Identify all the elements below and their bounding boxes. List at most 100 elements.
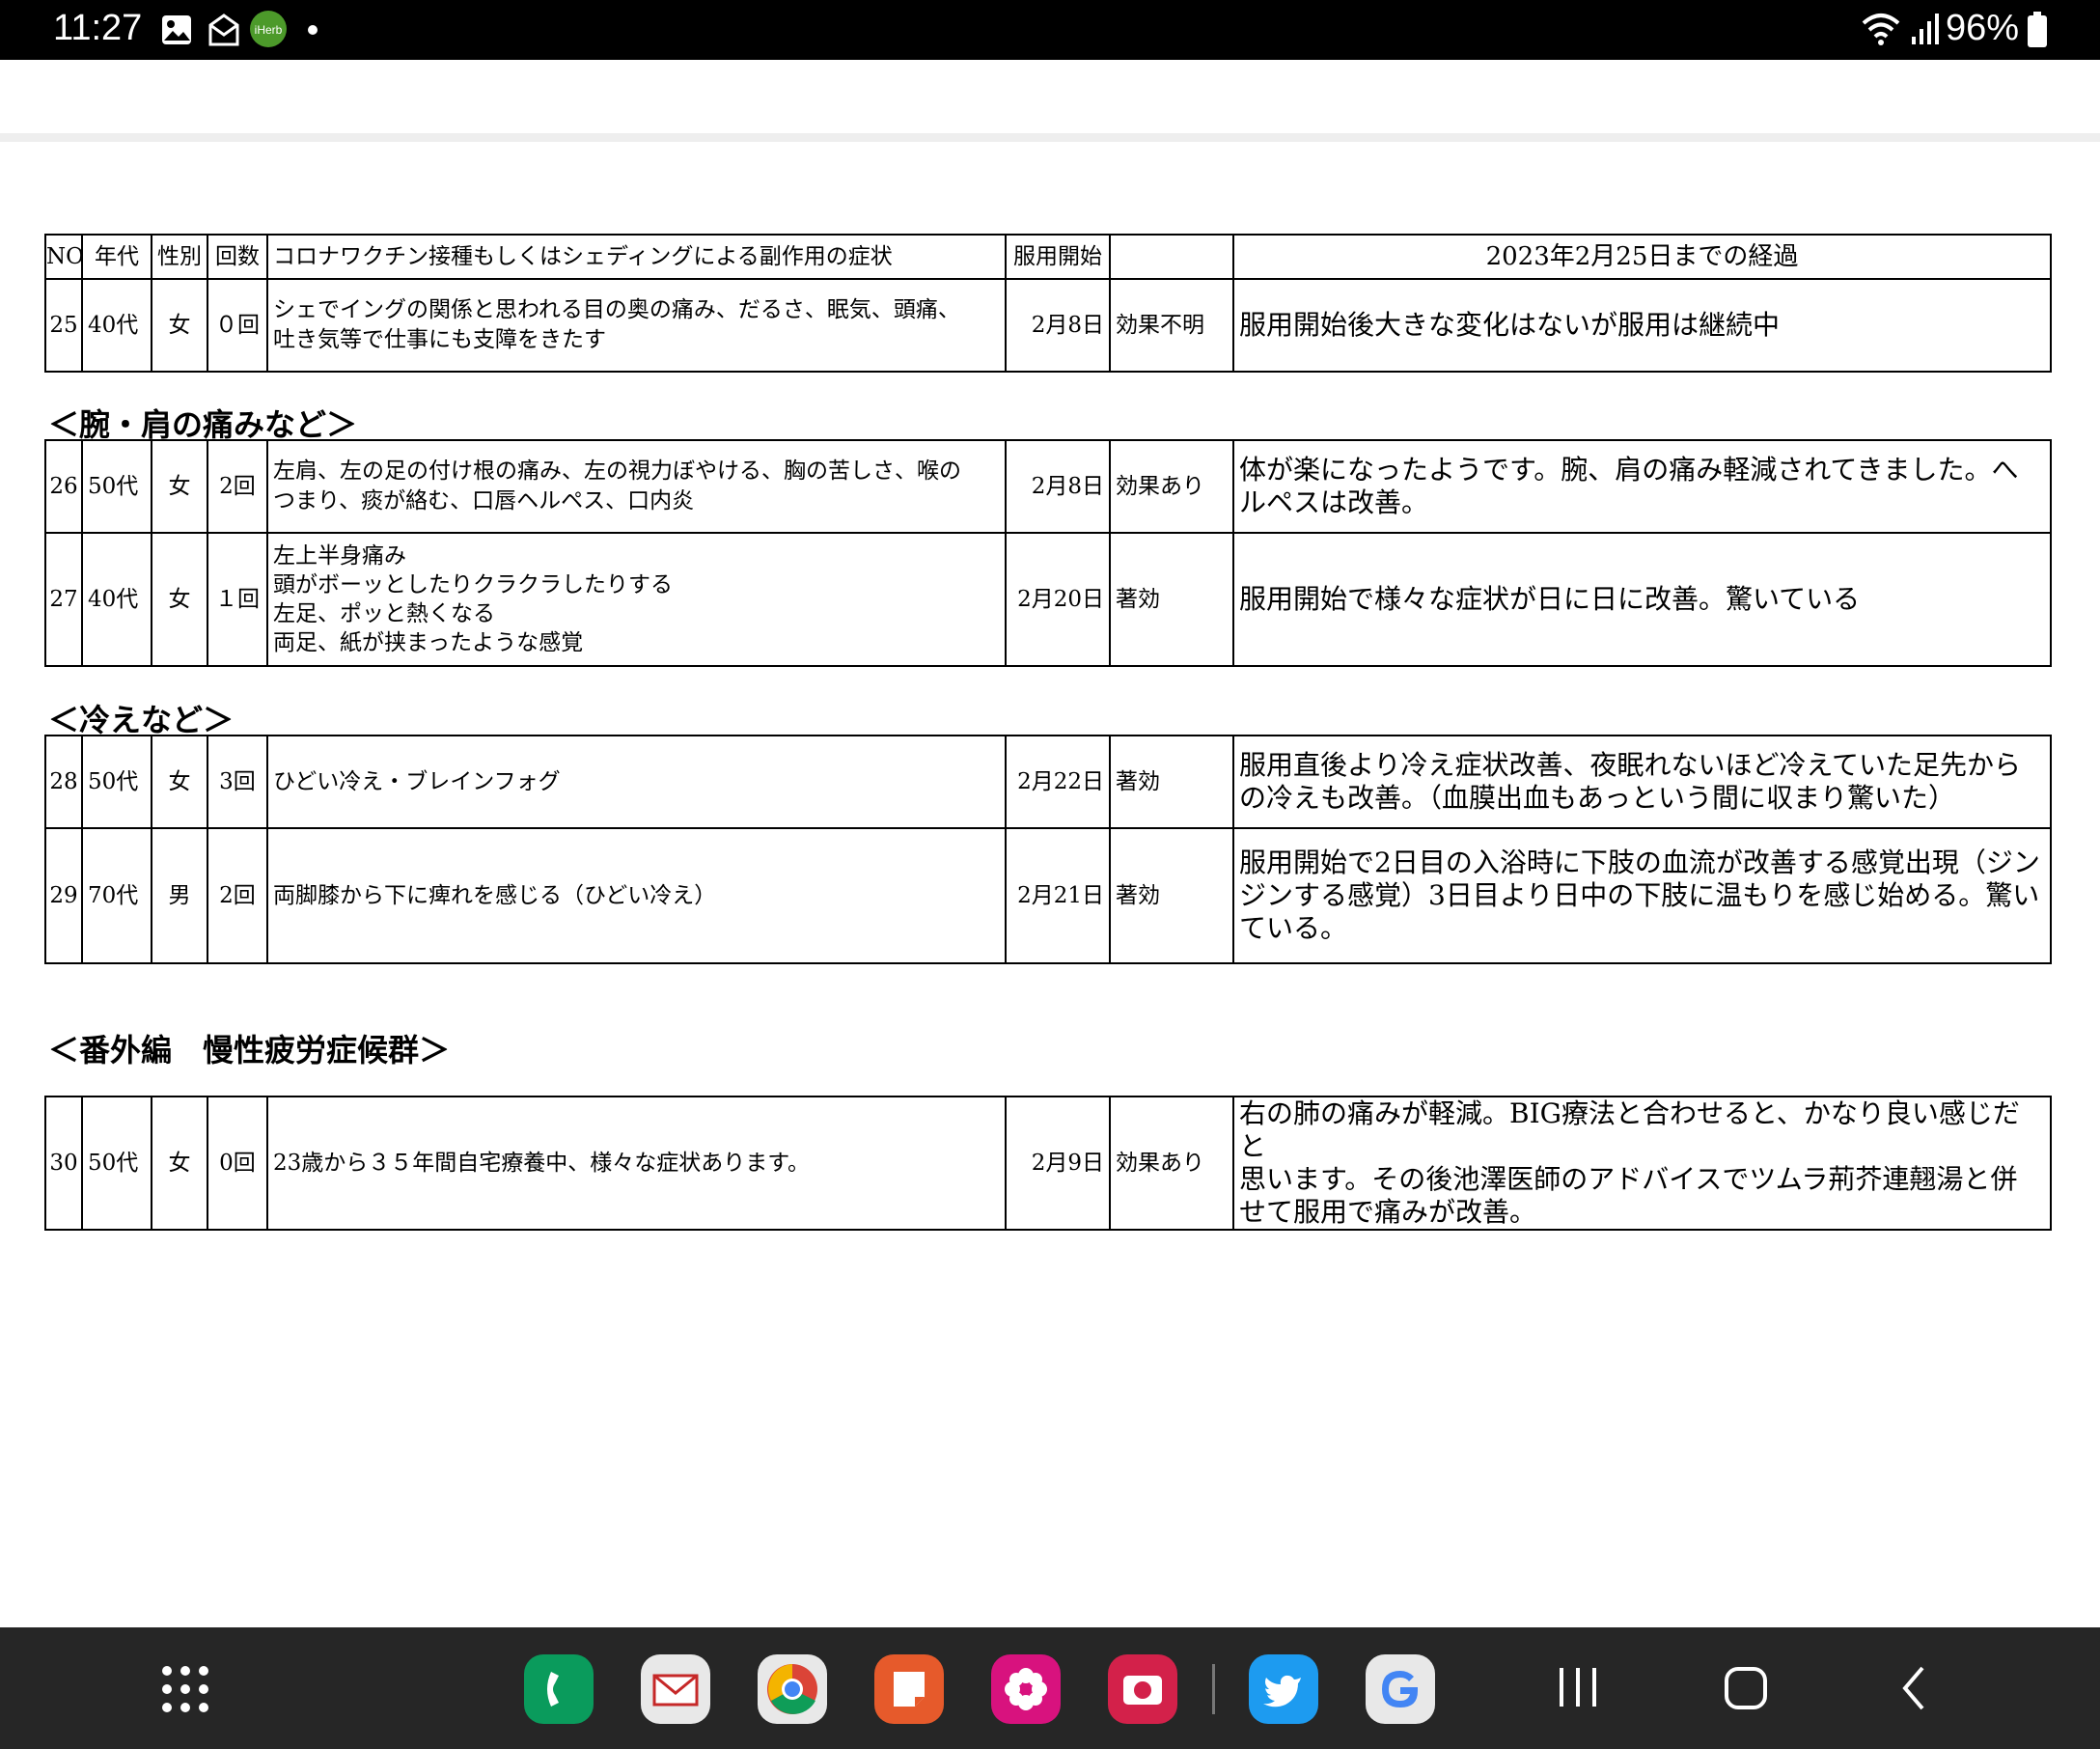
document-view[interactable]: NO 年代 性別 回数 コロナワクチン接種もしくはシェディングによる副作用の症状… [0, 142, 2100, 1628]
table-row: 29 70代 男 2回 両脚膝から下に痺れを感じる（ひどい冷え） 2月21日 著… [44, 827, 2052, 964]
chrome-icon[interactable] [758, 1654, 827, 1724]
course-line: ルペスは改善。 [1239, 486, 1429, 518]
cell-count: 0回 [207, 1096, 268, 1231]
cell-course: 服用開始後大きな変化はないが服用は継続中 [1232, 278, 2052, 373]
table-row: 25 40代 女 ０回 シェでイングの関係と思われる目の奥の痛み、だるさ、眠気、… [44, 278, 2052, 373]
cell-course: 服用開始で2日目の入浴時に下肢の血流が改善する感覚出現（ジン ジンする感覚）3日… [1232, 827, 2052, 964]
cell-effect: 著効 [1109, 827, 1234, 964]
status-bar: 11:27 iHerb 96% [0, 0, 2100, 60]
cell-symptom: 両脚膝から下に痺れを感じる（ひどい冷え） [266, 827, 1007, 964]
symptom-line: 両脚膝から下に痺れを感じる（ひどい冷え） [273, 882, 717, 908]
cell-start: 2月20日 [1005, 532, 1111, 667]
cell-start: 2月9日 [1005, 1096, 1111, 1231]
course-line: 右の肺の痛みが軽減。BIG療法と合わせると、かなり良い感じだと [1239, 1097, 2020, 1162]
camera-icon[interactable] [1108, 1654, 1177, 1724]
back-button[interactable] [1892, 1662, 1940, 1718]
cell-no: 27 [44, 532, 83, 667]
symptom-line: ひどい冷え・ブレインフォグ [273, 768, 561, 794]
symptom-line: 頭がボーッとしたりクラクラしたりする [273, 572, 673, 597]
cell-no: 30 [44, 1096, 83, 1231]
cell-count: 2回 [207, 439, 268, 534]
cell-age: 40代 [81, 278, 152, 373]
battery-percent: 96% [1945, 8, 2019, 48]
phone-icon[interactable] [524, 1654, 594, 1724]
cell-effect: 効果あり [1109, 1096, 1234, 1231]
symptom-line: 左上半身痛み [273, 543, 406, 569]
course-line: せて服用で痛みが改善。 [1239, 1196, 1537, 1228]
cell-no: 28 [44, 735, 83, 829]
symptom-line: 両足、紙が挟まったような感覚 [273, 630, 584, 655]
results-table-section-2: 26 50代 女 2回 左肩、左の足の付け根の痛み、左の視力ぼやける、胸の苦しさ… [44, 439, 2052, 667]
cell-course: 服用直後より冷え症状改善、夜眠れないほど冷えていた足先から の冷えも改善。（血膜… [1232, 735, 2052, 829]
cell-age: 40代 [81, 532, 152, 667]
battery-icon [2027, 12, 2048, 53]
table-row: 27 40代 女 １回 左上半身痛み 頭がボーッとしたりクラクラしたりする 左足… [44, 532, 2052, 667]
cell-symptom: 左肩、左の足の付け根の痛み、左の視力ぼやける、胸の苦しさ、喉の つまり、痰が絡む… [266, 439, 1007, 534]
cell-count: １回 [207, 532, 268, 667]
cell-sex: 女 [151, 1096, 208, 1231]
course-line: 服用開始で様々な症状が日に日に改善。驚いている [1239, 583, 1861, 615]
top-divider [0, 133, 2100, 142]
cell-count: ０回 [207, 278, 268, 373]
cell-count: 2回 [207, 827, 268, 964]
header-effect [1109, 234, 1234, 280]
cell-effect: 効果あり [1109, 439, 1234, 534]
symptom-line: 23歳から３５年間自宅療養中、様々な症状あります。 [273, 1150, 810, 1176]
cell-sex: 女 [151, 278, 208, 373]
cell-age: 50代 [81, 1096, 152, 1231]
notes-icon[interactable] [874, 1654, 944, 1724]
symptom-line: 左足、ポッと熱くなる [273, 601, 495, 626]
cell-effect: 著効 [1109, 735, 1234, 829]
cell-start: 2月8日 [1005, 278, 1111, 373]
navigation-bar [0, 1627, 2100, 1749]
google-icon[interactable] [1366, 1654, 1435, 1724]
results-table-section-4: 30 50代 女 0回 23歳から３５年間自宅療養中、様々な症状あります。 2月… [44, 1096, 2052, 1231]
symptom-line: つまり、痰が絡む、口唇ヘルペス、口内炎 [273, 488, 695, 514]
cell-start: 2月22日 [1005, 735, 1111, 829]
course-line: の冷えも改善。（血膜出血もあっという間に収まり驚いた） [1239, 782, 1956, 814]
header-course: 2023年2月25日までの経過 [1232, 234, 2052, 280]
gallery-icon [160, 14, 193, 51]
cell-effect: 効果不明 [1109, 278, 1234, 373]
course-line: ジンする感覚）3日目より日中の下肢に温もりを感じ始める。驚い [1239, 879, 2040, 911]
dot-icon [307, 23, 318, 41]
cell-no: 25 [44, 278, 83, 373]
course-line: ている。 [1239, 912, 1348, 944]
app-top-area [0, 60, 2100, 141]
twitter-icon[interactable] [1249, 1654, 1318, 1724]
table-row: 30 50代 女 0回 23歳から３５年間自宅療養中、様々な症状あります。 2月… [44, 1096, 2052, 1231]
cell-sex: 男 [151, 827, 208, 964]
cell-no: 26 [44, 439, 83, 534]
table-header-row: NO 年代 性別 回数 コロナワクチン接種もしくはシェディングによる副作用の症状… [44, 234, 2052, 280]
symptom-line: 左肩、左の足の付け根の痛み、左の視力ぼやける、胸の苦しさ、喉の [273, 458, 961, 484]
cell-sex: 女 [151, 735, 208, 829]
home-button[interactable] [1722, 1662, 1770, 1718]
mail-notification-icon [207, 14, 240, 51]
cell-no: 29 [44, 827, 83, 964]
dock-divider [1212, 1664, 1215, 1714]
app-drawer-icon[interactable] [151, 1654, 220, 1724]
header-age: 年代 [81, 234, 152, 280]
cell-age: 70代 [81, 827, 152, 964]
cell-start: 2月8日 [1005, 439, 1111, 534]
recents-button[interactable] [1554, 1662, 1602, 1718]
cell-sex: 女 [151, 532, 208, 667]
table-row: 28 50代 女 3回 ひどい冷え・ブレインフォグ 2月22日 著効 服用直後よ… [44, 735, 2052, 829]
signal-icon [1911, 12, 1940, 51]
cell-symptom: シェでイングの関係と思われる目の奥の痛み、だるさ、眠気、頭痛、 吐き気等で仕事に… [266, 278, 1007, 373]
results-table-section-1: NO 年代 性別 回数 コロナワクチン接種もしくはシェディングによる副作用の症状… [44, 234, 2052, 373]
iherb-label: iHerb [255, 23, 283, 37]
mail-icon[interactable] [641, 1654, 710, 1724]
symptom-line: 吐き気等で仕事にも支障をきたす [273, 327, 606, 352]
cell-effect: 著効 [1109, 532, 1234, 667]
wifi-icon [1861, 12, 1901, 51]
results-table-section-3: 28 50代 女 3回 ひどい冷え・ブレインフォグ 2月22日 著効 服用直後よ… [44, 735, 2052, 964]
course-line: 服用開始後大きな変化はないが服用は継続中 [1239, 309, 1781, 341]
course-line: 思います。その後池澤医師のアドバイスでツムラ荊芥連翹湯と併 [1239, 1163, 2018, 1195]
flower-icon[interactable] [991, 1654, 1061, 1724]
cell-symptom: ひどい冷え・ブレインフォグ [266, 735, 1007, 829]
section-title-chronic-fatigue: ＜番外編 慢性疲労症候群＞ [48, 1032, 451, 1069]
cell-count: 3回 [207, 735, 268, 829]
cell-age: 50代 [81, 735, 152, 829]
cell-course: 体が楽になったようです。腕、肩の痛み軽減されてきました。へ ルペスは改善。 [1232, 439, 2052, 534]
